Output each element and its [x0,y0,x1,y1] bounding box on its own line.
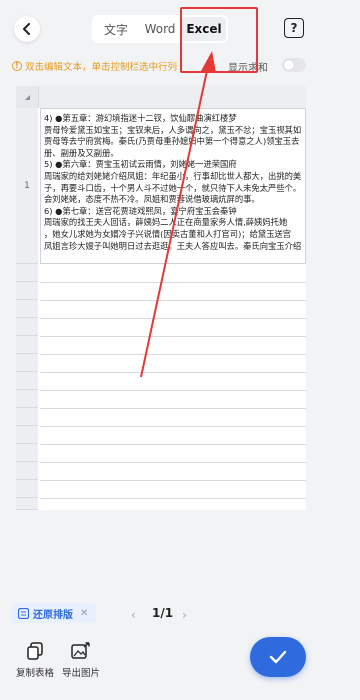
tab-word[interactable]: Word [138,17,182,41]
copy-icon [27,642,43,660]
cell-line: 贾母怜爱黛玉如宝玉；宝钗来后，人多谓向之，黛玉不忿；宝玉视其如 [44,124,302,135]
row-divider [40,300,306,301]
row-header[interactable] [16,480,38,498]
spreadsheet: 1 4) ●第五章：游幻境指迷十二钗，饮仙醪曲演红楼梦 贾母怜爱黛玉如宝玉；宝钗… [16,86,306,510]
row-divider [40,462,306,463]
cell-line: 6) ●第七章：送宫花贾琏戏熙凤，宴宁府宝玉会秦钟 [44,205,237,216]
sum-toggle[interactable] [282,58,306,72]
edit-tip: ! 双击编辑文本，单击控制栏选中行列 [12,59,177,73]
row-divider [40,426,306,427]
tip-text: 双击编辑文本，单击控制栏选中行列 [25,62,178,73]
column-header-a[interactable] [38,86,306,108]
row-divider [40,318,306,319]
export-image-label: 导出图片 [62,668,101,679]
chevron-left-icon [23,23,30,35]
cell-line: 子，再要斗口齿，十个男人斗不过她一个，就只待下人未免太严些个。 [44,182,302,193]
copy-table-button[interactable]: 复制表格 [16,642,54,679]
back-button[interactable] [14,16,40,42]
row-divider [40,408,306,409]
row-header[interactable] [16,318,38,336]
row-header[interactable] [16,354,38,372]
row-header[interactable] [16,300,38,318]
row-header[interactable] [16,426,38,444]
row-divider [40,372,306,373]
row-headers: 1 [16,108,38,510]
row-divider [40,282,306,283]
restore-layout-chip[interactable]: 还原排版 ✕ [12,603,96,623]
tab-text[interactable]: 文字 [94,17,138,41]
row-header[interactable] [16,282,38,300]
row-header[interactable] [16,372,38,390]
row-divider [40,390,306,391]
prev-page-button[interactable]: ‹ [131,608,136,622]
cell-line: ，她女儿求她为女婿冷子兴说情(因卖古董和人打官司)；给黛玉送宫 [44,228,292,239]
cell-line: 册、副册及又副册。 [44,147,119,158]
row-header[interactable] [16,390,38,408]
warning-icon: ! [12,61,22,71]
row-divider [40,354,306,355]
close-icon[interactable]: ✕ [80,608,88,619]
cell-grid: 4) ●第五章：游幻境指迷十二钗，饮仙醪曲演红楼梦 贾母怜爱黛玉如宝玉；宝钗来后… [40,108,306,510]
next-page-button[interactable]: › [182,608,187,622]
cell-line: 4) ●第五章：游幻境指迷十二钗，饮仙醪曲演红楼梦 [44,113,237,123]
layout-icon [18,607,29,619]
row-divider [40,480,306,481]
export-image-icon [71,642,90,659]
check-icon [269,650,287,664]
row-header[interactable] [16,336,38,354]
annotation-highlight-box [180,7,258,73]
cell-line: 周瑞家的找王夫人回话，薛姨妈二人正在商量家务人情,薛姨妈托她 [44,217,288,228]
row-header[interactable] [16,264,38,282]
copy-table-label: 复制表格 [16,668,55,679]
cell-line: 凤姐言珍大嫂子叫她明日过去逛逛。王夫人答应叫去。秦氏向宝玉介绍 [44,240,302,251]
row-divider [40,444,306,445]
select-all-corner[interactable] [16,86,38,108]
cell-line: 5) ●第六章：贾宝玉初试云雨情，刘姥姥一进荣国府 [44,159,237,170]
confirm-button[interactable] [250,637,306,677]
row-divider [40,498,306,499]
cell-line: 贾母等去宁府赏梅。秦氏(乃贾母重孙媳妇中第一个得意之人)领宝玉去 [44,136,300,147]
row-header[interactable] [16,462,38,480]
help-button[interactable]: ? [284,18,304,38]
row-header[interactable] [16,498,38,510]
row-header-1[interactable]: 1 [16,108,38,264]
cell-line: 周瑞家的给刘姥姥介绍凤姐：年纪虽小，行事却比世人都大，出挑的美 [44,170,302,181]
row-header[interactable] [16,408,38,426]
row-divider [40,336,306,337]
cell-line: 会刘姥姥，态度不热不冷。凤姐和贾蓉说借玻璃炕屏的事。 [44,194,260,205]
row-header[interactable] [16,444,38,462]
help-icon: ? [290,21,298,35]
page-indicator: 1/1 [152,606,174,620]
cell-a1[interactable]: 4) ●第五章：游幻境指迷十二钗，饮仙醪曲演红楼梦 贾母怜爱黛玉如宝玉；宝钗来后… [40,108,306,264]
export-image-button[interactable]: 导出图片 [62,642,100,679]
restore-label: 还原排版 [33,609,73,621]
